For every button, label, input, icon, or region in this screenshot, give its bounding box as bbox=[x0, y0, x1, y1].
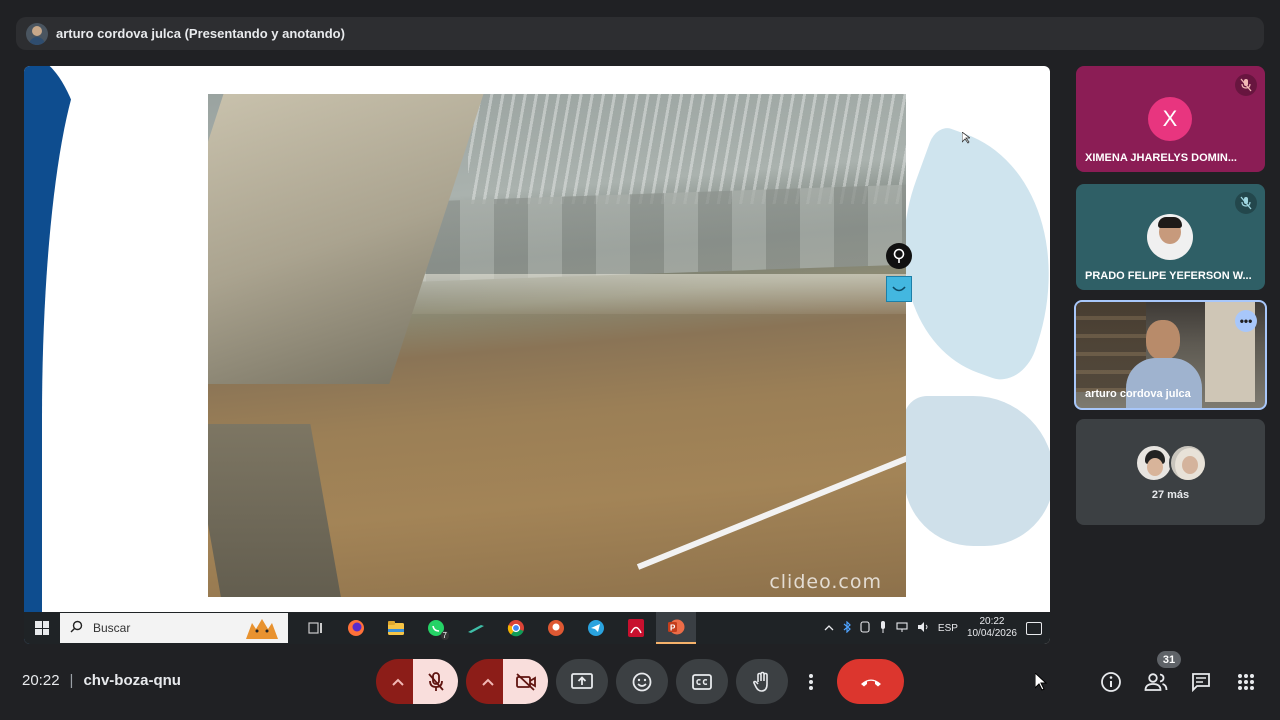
acrobat-icon[interactable] bbox=[616, 612, 656, 644]
microphone-tray-icon[interactable] bbox=[879, 620, 887, 636]
whatsapp-icon[interactable]: 7 bbox=[416, 612, 456, 644]
participant-avatar bbox=[1135, 444, 1173, 482]
annotation-smile-icon[interactable] bbox=[886, 276, 912, 302]
participant-initial-avatar: X bbox=[1148, 97, 1192, 141]
search-icon bbox=[70, 620, 83, 636]
chevron-up-icon bbox=[482, 678, 494, 686]
reactions-button[interactable] bbox=[616, 659, 668, 704]
participant-name: PRADO FELIPE YEFERSON W... bbox=[1085, 270, 1252, 282]
end-call-icon bbox=[860, 679, 881, 686]
participant-count-badge: 31 bbox=[1157, 651, 1181, 668]
slide-photo: clideo.com bbox=[208, 94, 906, 597]
volume-icon[interactable] bbox=[917, 621, 929, 635]
participant-tile-others[interactable]: 27 más bbox=[1076, 419, 1265, 525]
chat-button[interactable] bbox=[1188, 669, 1214, 695]
more-vert-icon bbox=[809, 673, 813, 690]
windows-logo-icon bbox=[35, 621, 49, 635]
chevron-up-icon bbox=[392, 678, 404, 686]
pen-tool-icon[interactable] bbox=[456, 612, 496, 644]
taskbar-date: 10/04/2026 bbox=[966, 628, 1017, 639]
meeting-code: chv-boza-qnu bbox=[83, 672, 181, 689]
powerpoint-icon[interactable]: P bbox=[656, 612, 696, 644]
microphone-toggle-button[interactable] bbox=[413, 659, 458, 704]
meeting-separator: | bbox=[69, 672, 74, 689]
presenter-avatar bbox=[26, 22, 48, 45]
railing bbox=[636, 444, 906, 570]
mic-off-icon bbox=[427, 671, 444, 691]
telegram-icon[interactable] bbox=[576, 612, 616, 644]
video-watermark: clideo.com bbox=[769, 571, 882, 593]
participant-name: arturo cordova julca bbox=[1085, 388, 1191, 400]
present-screen-button[interactable] bbox=[556, 659, 608, 704]
participant-tile-prado[interactable]: PRADO FELIPE YEFERSON W... bbox=[1076, 184, 1265, 290]
system-tray: ESP 20:22 10/04/2026 bbox=[824, 616, 1050, 640]
info-icon bbox=[1101, 672, 1121, 692]
windows-start-button[interactable] bbox=[24, 612, 60, 644]
tray-app-icon[interactable] bbox=[860, 620, 870, 636]
camera-off-icon bbox=[515, 672, 536, 691]
mic-muted-icon bbox=[1235, 192, 1257, 214]
duckduckgo-icon[interactable] bbox=[536, 612, 576, 644]
windows-search-box[interactable]: Buscar bbox=[60, 613, 288, 643]
emoji-icon bbox=[632, 672, 652, 691]
chat-icon bbox=[1192, 673, 1210, 692]
network-icon[interactable] bbox=[896, 621, 908, 635]
remote-cursor-icon bbox=[961, 131, 972, 147]
participant-avatar bbox=[1169, 444, 1207, 482]
participant-tile-ximena[interactable]: X XIMENA JHARELYS DOMIN... bbox=[1076, 66, 1265, 172]
shared-screen[interactable]: clideo.com Buscar 7 P ESP 20:22 10/04/20… bbox=[24, 66, 1050, 644]
activities-button[interactable] bbox=[1233, 669, 1259, 695]
participant-tile-arturo[interactable]: ••• arturo cordova julca bbox=[1074, 300, 1267, 410]
participant-name: XIMENA JHARELYS DOMIN... bbox=[1085, 152, 1237, 164]
firefox-icon[interactable] bbox=[336, 612, 376, 644]
raise-hand-icon bbox=[753, 671, 768, 692]
task-view-icon[interactable] bbox=[296, 612, 336, 644]
whatsapp-unread-badge: 7 bbox=[440, 631, 449, 640]
meeting-details-button[interactable] bbox=[1098, 669, 1124, 695]
present-screen-icon bbox=[571, 672, 593, 689]
raise-hand-button[interactable] bbox=[736, 659, 788, 704]
slide-decoration-leaf bbox=[904, 396, 1050, 546]
search-label: Buscar bbox=[93, 621, 131, 635]
taskbar-clock[interactable]: 20:22 10/04/2026 bbox=[967, 616, 1017, 640]
notification-center-icon[interactable] bbox=[1026, 621, 1042, 635]
participant-avatar bbox=[1147, 214, 1193, 260]
chrome-icon[interactable] bbox=[496, 612, 536, 644]
file-explorer-icon[interactable] bbox=[376, 612, 416, 644]
language-indicator[interactable]: ESP bbox=[938, 623, 958, 634]
captions-icon bbox=[692, 673, 712, 690]
taskbar-time: 20:22 bbox=[979, 616, 1005, 627]
people-icon bbox=[1144, 673, 1168, 691]
bluetooth-icon[interactable] bbox=[843, 620, 851, 636]
meeting-time: 20:22 bbox=[22, 672, 60, 689]
camera-toggle-button[interactable] bbox=[503, 659, 548, 704]
svg-text:P: P bbox=[670, 624, 676, 633]
more-options-button[interactable] bbox=[796, 659, 826, 704]
mic-muted-icon bbox=[1235, 74, 1257, 96]
annotation-pin-icon[interactable] bbox=[886, 243, 912, 269]
apps-grid-icon bbox=[1238, 674, 1254, 690]
more-participants-label: 27 más bbox=[1151, 489, 1190, 501]
meeting-info: 20:22 | chv-boza-qnu bbox=[22, 672, 181, 689]
people-button[interactable] bbox=[1143, 669, 1169, 695]
concrete-wall-lower bbox=[208, 424, 346, 597]
leave-call-button[interactable] bbox=[837, 659, 904, 704]
presenter-status-text: arturo cordova julca (Presentando y anot… bbox=[56, 26, 345, 41]
windows-taskbar: Buscar 7 P ESP 20:22 10/04/2026 bbox=[24, 612, 1050, 644]
captions-button[interactable] bbox=[676, 659, 728, 704]
mouse-cursor-icon bbox=[1034, 671, 1048, 696]
presenter-bar: arturo cordova julca (Presentando y anot… bbox=[16, 17, 1264, 50]
tray-chevron-up-icon[interactable] bbox=[824, 623, 834, 634]
search-highlight-fox-icon bbox=[246, 619, 278, 639]
more-options-icon[interactable]: ••• bbox=[1235, 310, 1257, 332]
